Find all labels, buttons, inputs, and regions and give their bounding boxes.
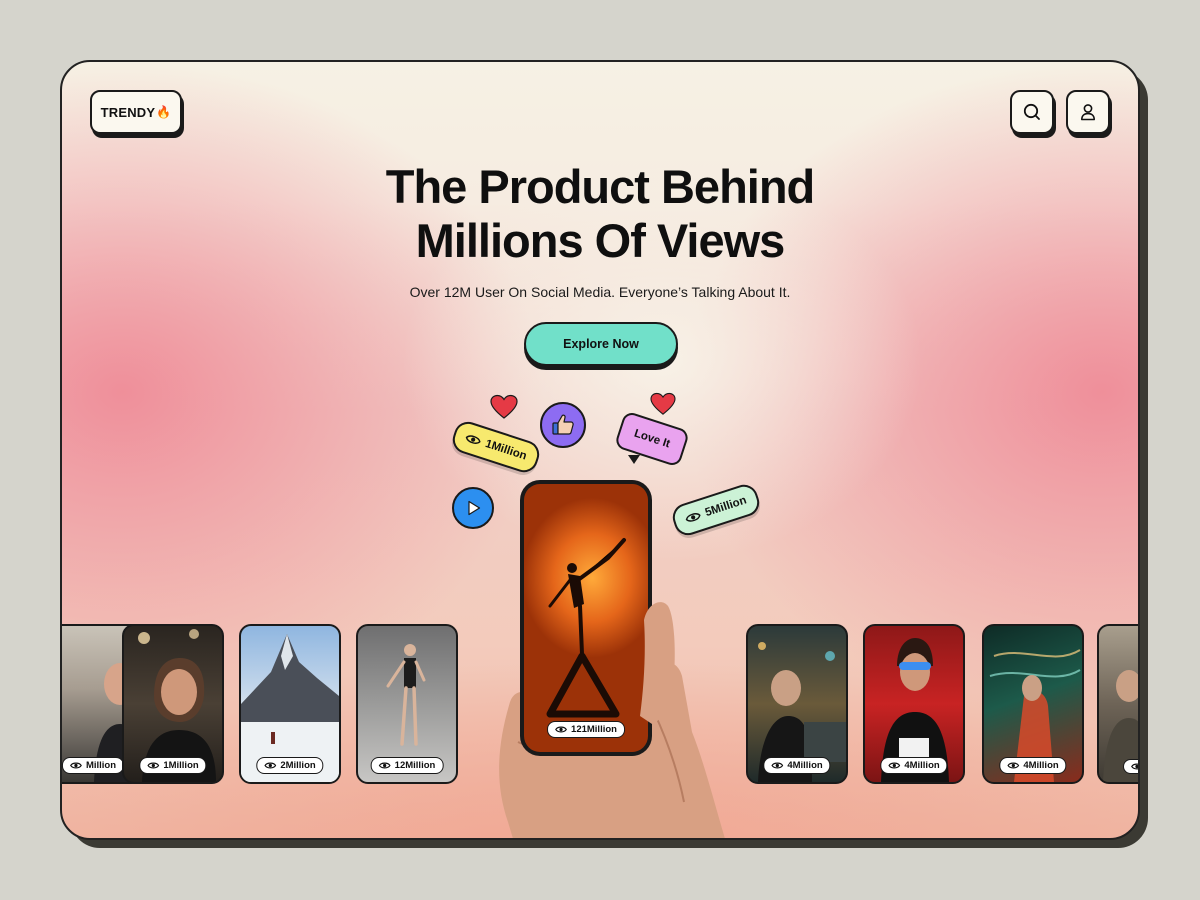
views-badge: Million [62, 757, 125, 774]
heart-icon [490, 394, 518, 419]
views-badge: 1Million [139, 757, 207, 774]
hero-title-line2: Millions Of Views [415, 214, 786, 267]
eye-icon [378, 762, 391, 769]
phone-screen: 121Million [524, 484, 648, 752]
fire-emoji: 🔥 [156, 105, 172, 119]
video-card[interactable]: 12Million [356, 624, 458, 784]
thumb-illustration [640, 602, 675, 724]
play-icon [468, 500, 481, 516]
views-sticker-5million: 5Million [669, 481, 763, 539]
views-sticker-label: 5Million [703, 494, 749, 520]
views-badge: 4Million [763, 757, 831, 774]
views-badge: 12Million [370, 757, 444, 774]
views-count: 2Million [280, 760, 316, 771]
thumbs-up-icon [552, 414, 574, 435]
hero-title: The Product Behind Millions Of Views [62, 160, 1138, 268]
play-button-sticker [452, 487, 494, 529]
views-count: 4Million [904, 760, 940, 771]
eye-icon [555, 726, 567, 733]
views-count: 121Million [571, 724, 617, 735]
views-count: 4Million [1023, 760, 1059, 771]
explore-now-button[interactable]: Explore Now [524, 322, 678, 366]
video-card[interactable] [1097, 624, 1138, 784]
dancer-photo [546, 538, 626, 718]
eye-icon [771, 762, 784, 769]
views-badge: 4Million [880, 757, 948, 774]
brand-logo[interactable]: TRENDY 🔥 [90, 90, 182, 134]
thumbs-up-sticker [540, 402, 586, 448]
eye-icon [888, 762, 901, 769]
views-count: 12Million [394, 760, 436, 771]
views-badge [1123, 759, 1138, 774]
brand-name: TRENDY [100, 104, 156, 120]
eye-icon [70, 762, 82, 769]
search-icon [1023, 103, 1040, 120]
video-card[interactable]: 4Million [982, 624, 1084, 784]
views-badge: 2Million [256, 757, 324, 774]
eye-icon [264, 762, 277, 769]
eye-icon [685, 513, 701, 522]
phone-mockup[interactable]: 121Million [520, 480, 652, 756]
love-it-bubble-tail [628, 455, 640, 464]
eye-icon [1131, 763, 1138, 770]
hero-title-line1: The Product Behind [385, 160, 816, 213]
video-card[interactable]: 2Million [239, 624, 341, 784]
video-card[interactable]: 1Million [122, 624, 224, 784]
video-card[interactable]: 4Million [863, 624, 965, 784]
eye-icon [1007, 762, 1020, 769]
hero-subtitle: Over 12M User On Social Media. Everyone’… [409, 284, 791, 300]
love-it-bubble: Love It [613, 410, 691, 468]
user-icon [1081, 104, 1095, 121]
video-card[interactable]: 4Million [746, 624, 848, 784]
landing-page: TRENDY 🔥 The Product Behind Millions Of V… [60, 60, 1140, 840]
views-badge: 121Million [547, 721, 625, 738]
views-badge: 4Million [999, 757, 1067, 774]
heart-icon [650, 392, 676, 415]
eye-icon [465, 435, 481, 444]
views-sticker-1million: 1Million [449, 418, 543, 476]
views-count: 4Million [787, 760, 823, 771]
views-sticker-label: 1Million [483, 437, 529, 463]
views-count: Million [85, 760, 117, 771]
views-count: 1Million [163, 760, 199, 771]
user-button[interactable] [1066, 90, 1110, 134]
search-button[interactable] [1010, 90, 1054, 134]
eye-icon [147, 762, 160, 769]
